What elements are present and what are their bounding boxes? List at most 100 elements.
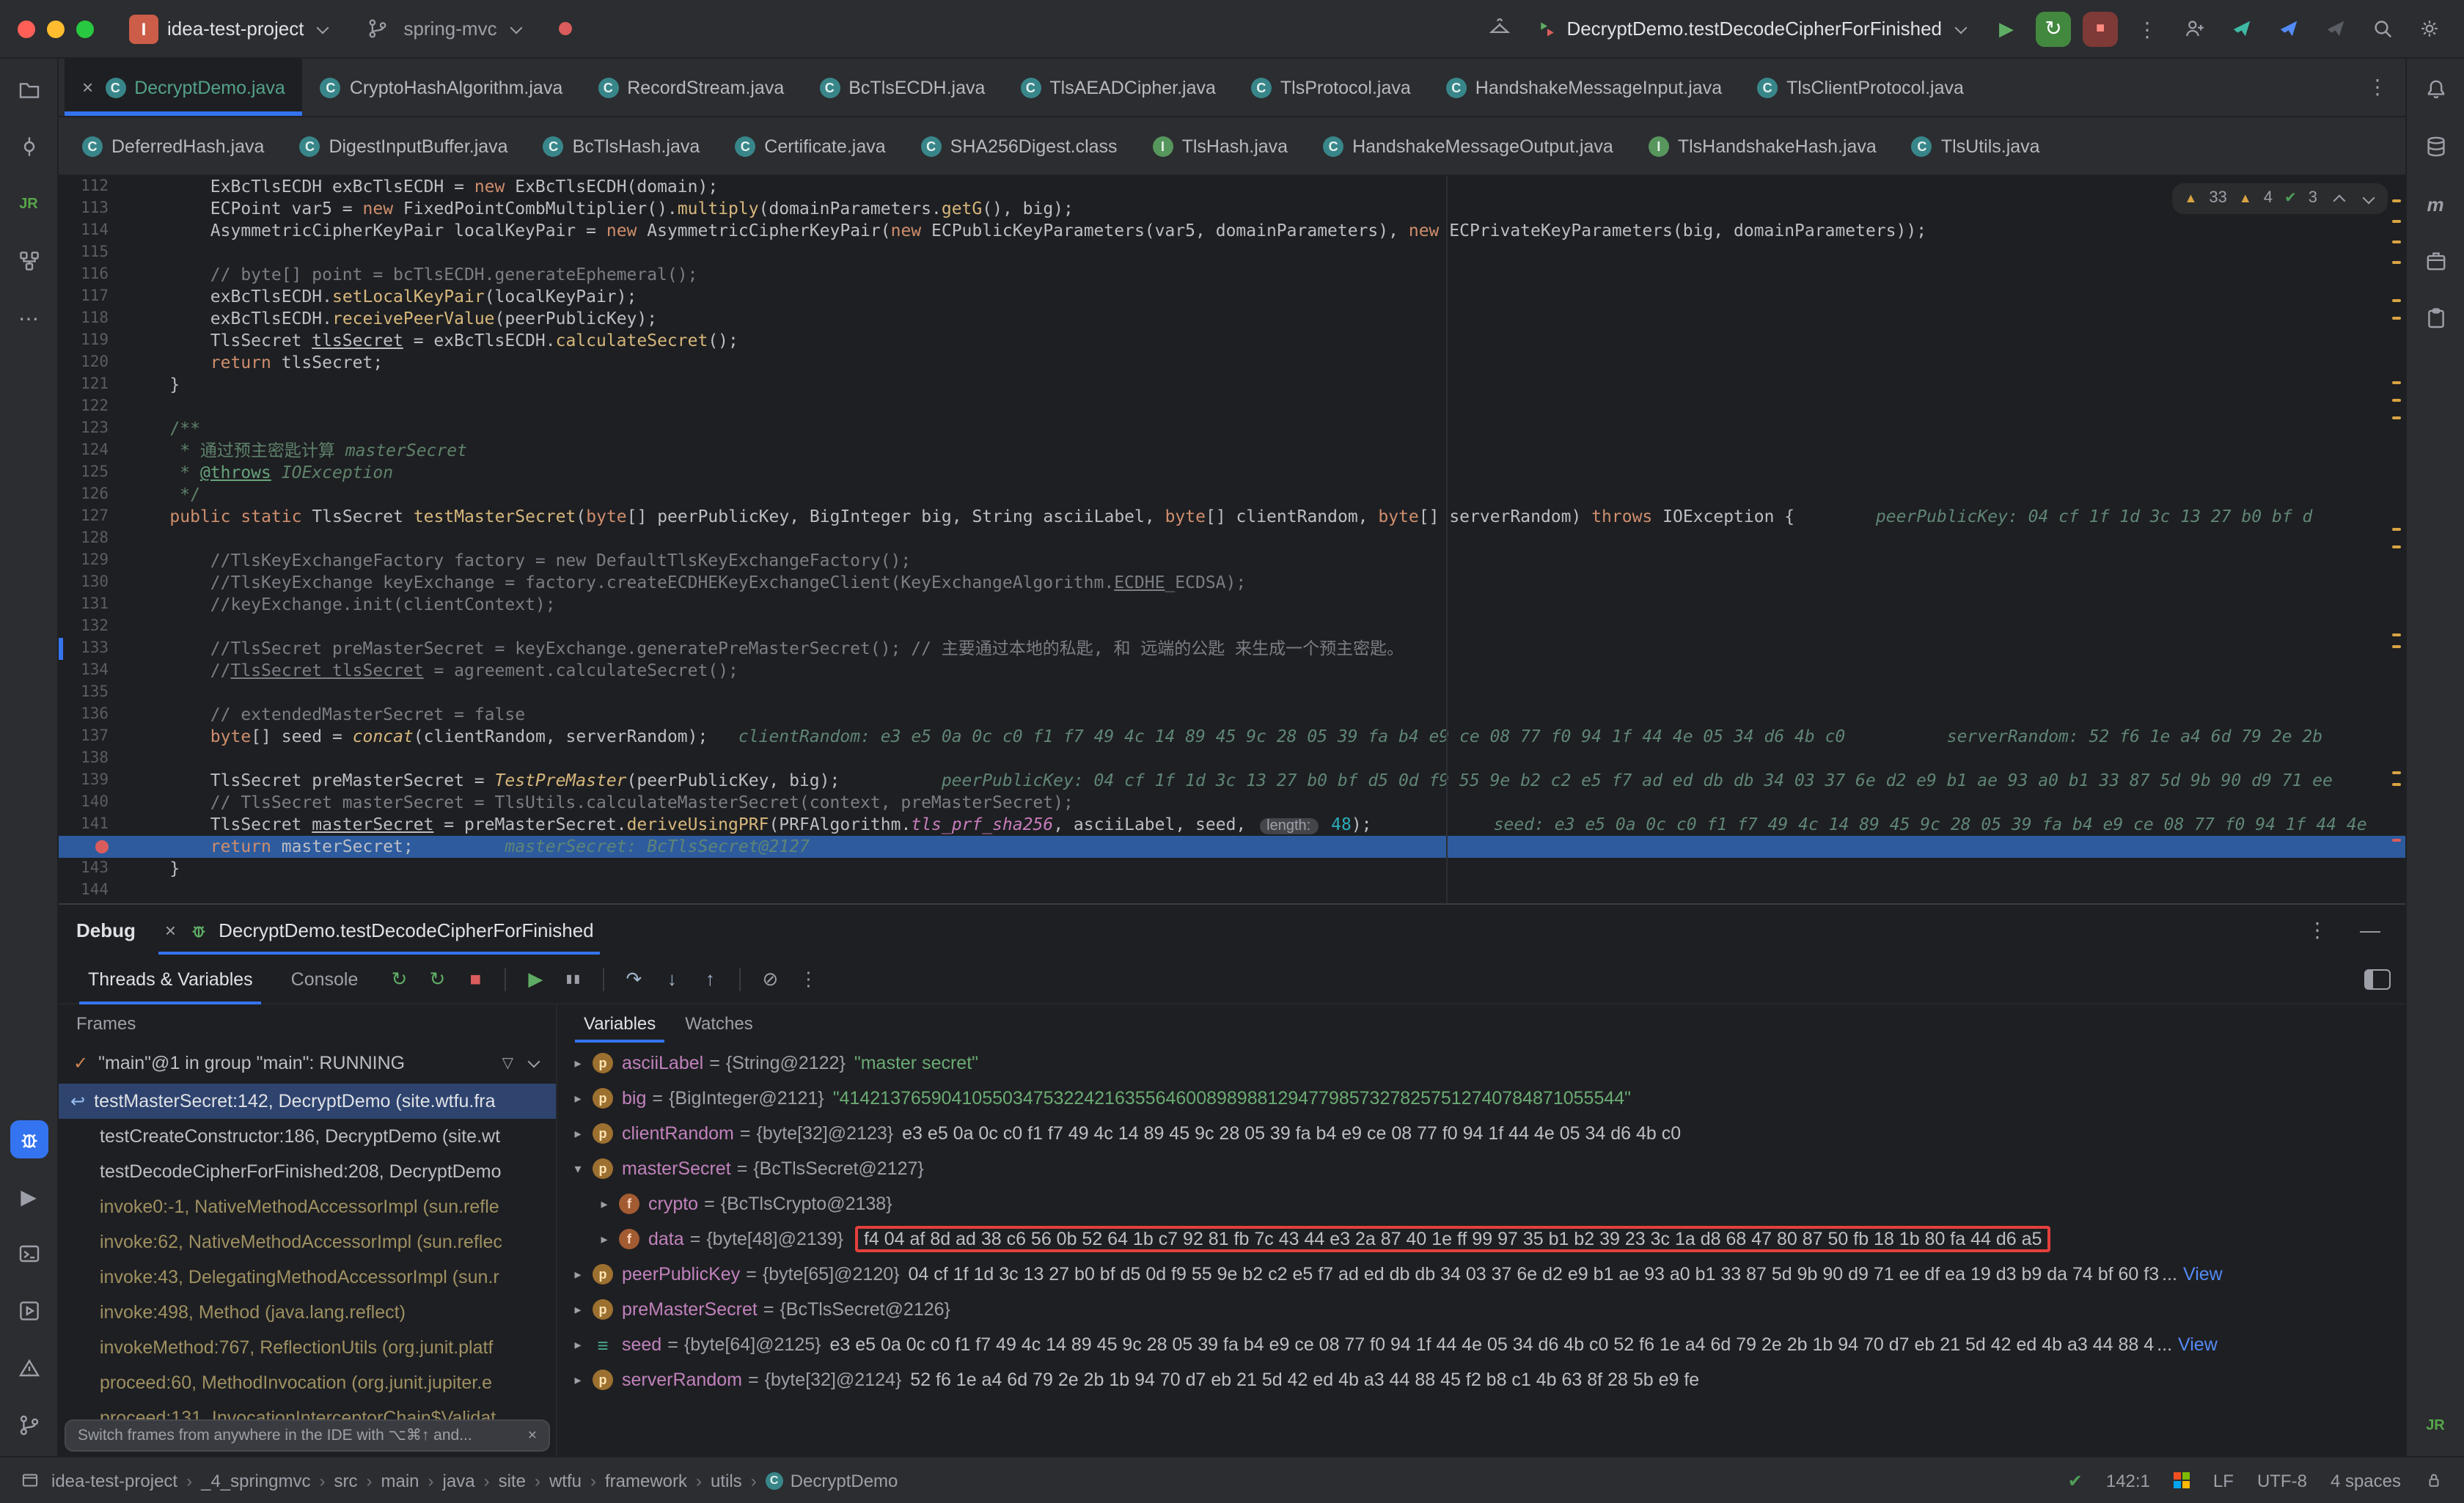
tab-watches[interactable]: Watches [670,1004,768,1043]
notifications-bell-icon[interactable] [2416,70,2454,109]
tab-certificate-java[interactable]: CCertificate.java [717,117,903,174]
tab-tlsprotocol-java[interactable]: CTlsProtocol.java [1233,59,1429,116]
line-number[interactable]: 140 [59,792,129,814]
more-actions-icon[interactable]: ⋮ [2130,11,2165,46]
debug-options-icon[interactable]: ⋮ [2300,912,2335,947]
code-line-125[interactable]: 125 * @throws IOException [59,462,2405,484]
line-number[interactable]: 127 [59,506,129,528]
chevron-down-icon[interactable] [528,1056,540,1068]
step-out-icon[interactable]: ↑ [692,961,727,996]
code-editor[interactable]: 112 ExBcTlsECDH exBcTlsECDH = new ExBcTl… [59,176,2405,903]
stack-frame[interactable]: testDecodeCipherForFinished:208, Decrypt… [59,1154,556,1189]
step-into-icon[interactable]: ↓ [654,961,689,996]
run-tool-window-icon[interactable]: ▶ [10,1177,48,1216]
chevron-right-icon[interactable]: ▸ [566,1055,590,1071]
window-icon[interactable] [21,1471,40,1490]
stop-icon[interactable]: ■ [458,961,493,996]
line-number[interactable]: 135 [59,682,129,704]
stack-frame[interactable]: testCreateConstructor:186, DecryptDemo (… [59,1119,556,1154]
code-line-114[interactable]: 114 AsymmetricCipherKeyPair localKeyPair… [59,220,2405,242]
tab-cryptohashalgorithm-java[interactable]: CCryptoHashAlgorithm.java [303,59,580,116]
tab-variables[interactable]: Variables [569,1004,670,1043]
line-number[interactable]: 134 [59,660,129,682]
line-number[interactable]: 144 [59,880,129,902]
code-line-126[interactable]: 126 */ [59,484,2405,506]
encoding-indicator[interactable]: UTF-8 [2257,1470,2307,1491]
variable-row-crypto[interactable]: ▸fcrypto = {BcTlsCrypto@2138} [557,1186,2405,1221]
tab-digestinputbuffer-java[interactable]: CDigestInputBuffer.java [282,117,525,174]
clipboard-icon[interactable] [2416,299,2454,337]
code-line-112[interactable]: 112 ExBcTlsECDH exBcTlsECDH = new ExBcTl… [59,176,2405,198]
stack-frame[interactable]: invoke:498, Method (java.lang.reflect) [59,1295,556,1330]
filter-icon[interactable]: ▽ [502,1055,513,1071]
line-number[interactable]: 120 [59,352,129,374]
rerun-icon[interactable]: ↻ [381,961,417,996]
line-number[interactable]: 139 [59,770,129,792]
package-icon[interactable] [2416,242,2454,280]
code-line-137[interactable]: 137 byte[] seed = concat(clientRandom, s… [59,726,2405,748]
tab-tlshash-java[interactable]: ITlsHash.java [1135,117,1306,174]
chevron-right-icon[interactable]: ▸ [566,1337,590,1353]
stack-frame[interactable]: invoke:62, NativeMethodAccessorImpl (sun… [59,1224,556,1260]
line-number[interactable]: 128 [59,528,129,550]
code-line-124[interactable]: 124 * 通过预主密匙计算 masterSecret [59,440,2405,462]
line-number[interactable]: 131 [59,594,129,616]
vcs-branch-widget[interactable]: spring-mvc [351,5,532,52]
breadcrumb-item[interactable]: java [443,1470,475,1491]
more-tool-windows-icon[interactable]: ⋯ [10,299,48,337]
resume-icon[interactable]: ▶ [518,961,553,996]
variable-row-seed[interactable]: ▸≡seed = {byte[64]@2125}e3 e5 0a 0c c0 f… [557,1327,2405,1362]
problems-icon[interactable] [10,1349,48,1387]
close-icon[interactable]: × [165,919,176,941]
tab-sha256digest-class[interactable]: CSHA256Digest.class [903,117,1135,174]
breadcrumb-item[interactable]: utils [711,1470,742,1491]
line-number[interactable]: 138 [59,748,129,770]
maven-icon[interactable]: m [2416,185,2454,223]
next-problem-icon[interactable] [2363,191,2375,204]
breadcrumb-file[interactable]: CDecryptDemo [766,1470,898,1491]
code-line-136[interactable]: 136 // extendedMasterSecret = false [59,704,2405,726]
project-folder-icon[interactable] [10,70,48,109]
line-ending-indicator[interactable]: LF [2213,1470,2234,1491]
chevron-right-icon[interactable]: ▸ [593,1196,616,1212]
code-line-117[interactable]: 117 exBcTlsECDH.setLocalKeyPair(localKey… [59,286,2405,308]
line-number[interactable]: 112 [59,176,129,198]
line-number[interactable]: 115 [59,242,129,264]
close-icon[interactable]: × [82,76,93,98]
line-number[interactable]: 132 [59,616,129,638]
code-line-116[interactable]: 116 // byte[] point = bcTlsECDH.generate… [59,264,2405,286]
tab-deferredhash-java[interactable]: CDeferredHash.java [65,117,282,174]
code-line-128[interactable]: 128 [59,528,2405,550]
breadcrumb-item[interactable]: idea-test-project [51,1470,177,1491]
tab-bctlshash-java[interactable]: CBcTlsHash.java [526,117,718,174]
line-number[interactable]: 119 [59,330,129,352]
variable-row-asciilabel[interactable]: ▸pasciiLabel = {String@2122}"master secr… [557,1046,2405,1081]
debug-tool-window-icon[interactable] [10,1120,48,1158]
code-line-123[interactable]: 123 /** [59,418,2405,440]
thread-selector[interactable]: ✓ "main"@1 in group "main": RUNNING ▽ [59,1043,556,1084]
code-line-121[interactable]: 121 } [59,374,2405,396]
stop-button[interactable]: ■ [2083,11,2118,46]
tab-bctlsecdh-java[interactable]: CBcTlsECDH.java [802,59,1002,116]
debug-session-tab[interactable]: × DecryptDemo.testDecodeCipherForFinishe… [153,905,606,955]
variable-row-data[interactable]: ▸fdata = {byte[48]@2139}f4 04 af 8d ad 3… [557,1221,2405,1257]
variable-row-clientrandom[interactable]: ▸pclientRandom = {byte[32]@2123}e3 e5 0a… [557,1116,2405,1151]
tab-tlsutils-java[interactable]: CTlsUtils.java [1894,117,2058,174]
line-number[interactable]: 133 [59,638,129,660]
tab-decryptdemo-java[interactable]: ×CDecryptDemo.java [65,59,303,116]
code-line-133[interactable]: 133 //TlsSecret preMasterSecret = keyExc… [59,638,2405,660]
chevron-right-icon[interactable]: ▸ [566,1266,590,1282]
code-line-135[interactable]: 135 [59,682,2405,704]
line-number[interactable]: 137 [59,726,129,748]
code-line-122[interactable]: 122 [59,396,2405,418]
tab-tlshandshakehash-java[interactable]: ITlsHandshakeHash.java [1631,117,1894,174]
code-line-134[interactable]: 134 //TlsSecret tlsSecret = agreement.ca… [59,660,2405,682]
hanger-icon[interactable] [1481,11,1517,46]
variable-row-premastersecret[interactable]: ▸ppreMasterSecret = {BcTlsSecret@2126} [557,1292,2405,1327]
stack-frame[interactable]: invoke:43, DelegatingMethodAccessorImpl … [59,1260,556,1295]
line-number[interactable]: 113 [59,198,129,220]
chevron-down-icon[interactable]: ▾ [566,1161,590,1177]
commit-icon[interactable] [10,128,48,166]
line-number[interactable]: 130 [59,572,129,594]
paper-plane-icon-disabled[interactable] [2317,11,2353,46]
